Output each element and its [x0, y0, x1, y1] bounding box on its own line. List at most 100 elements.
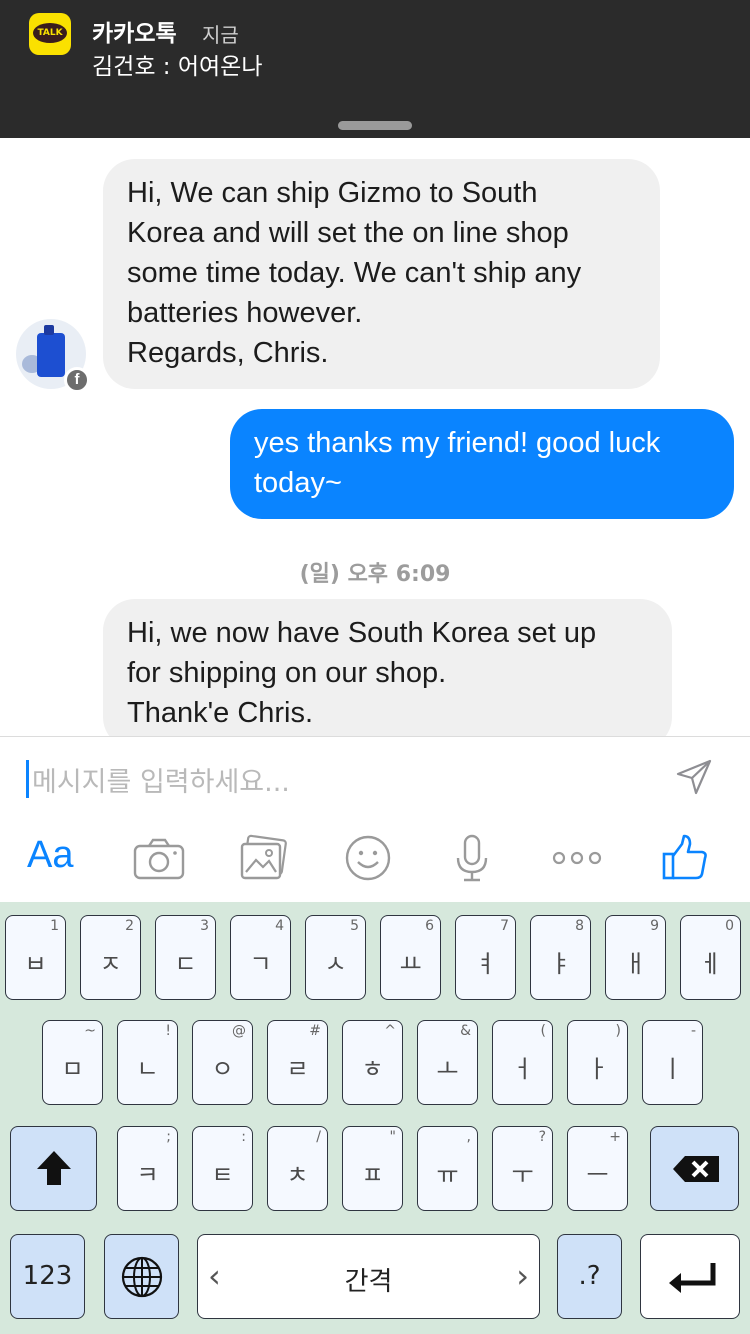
key-hint: # — [309, 1023, 321, 1039]
key-hint: 6 — [425, 918, 434, 934]
key-hint: , — [466, 1129, 471, 1145]
space-key[interactable]: ‹ 간격 › — [197, 1234, 540, 1319]
key-hint: 2 — [125, 918, 134, 934]
key-hint: ) — [615, 1023, 621, 1039]
text-format-button[interactable]: Aa — [27, 834, 73, 877]
key-hint: + — [609, 1129, 621, 1145]
shift-icon — [37, 1151, 71, 1185]
key-row3-5[interactable]: ,ㅠ — [417, 1126, 478, 1211]
key-row3-2[interactable]: :ㅌ — [192, 1126, 253, 1211]
incoming-message-bubble[interactable]: Hi, we now have South Korea set up for s… — [103, 599, 672, 749]
key-row1-2[interactable]: 2ㅈ — [80, 915, 141, 1000]
key-label: ㅑ — [549, 950, 572, 978]
key-label: ㅓ — [511, 1055, 534, 1083]
key-label: 간격 — [344, 1267, 393, 1297]
key-row1-1[interactable]: 1ㅂ — [5, 915, 66, 1000]
return-key[interactable] — [640, 1234, 740, 1319]
key-row2-9[interactable]: -ㅣ — [642, 1020, 703, 1105]
key-row3-7[interactable]: + ㅡ — [567, 1126, 628, 1211]
key-row2-3[interactable]: @ ㅇ — [192, 1020, 253, 1105]
key-label: ㅌ — [211, 1161, 234, 1189]
key-row3-3[interactable]: / ㅊ — [267, 1126, 328, 1211]
key-label: ㅋ — [136, 1161, 159, 1189]
key-hint: ! — [165, 1023, 171, 1039]
notification-grabber[interactable] — [338, 121, 412, 130]
key-row2-6[interactable]: & ㅗ — [417, 1020, 478, 1105]
numbers-key[interactable]: 123 — [10, 1234, 85, 1319]
key-row2-4[interactable]: # ㄹ — [267, 1020, 328, 1105]
camera-icon[interactable] — [131, 832, 187, 884]
return-icon — [669, 1263, 716, 1293]
globe-key[interactable] — [104, 1234, 179, 1319]
key-label: ㅇ — [211, 1055, 234, 1083]
key-label: ㅗ — [436, 1055, 459, 1083]
key-label: ㅜ — [511, 1161, 534, 1189]
key-hint: : — [241, 1129, 246, 1145]
key-row2-2[interactable]: ! ㄴ — [117, 1020, 178, 1105]
key-row2-8[interactable]: ) ㅏ — [567, 1020, 628, 1105]
key-hint: " — [389, 1129, 396, 1145]
key-label: ㅕ — [474, 950, 497, 978]
notification-time: 지금 — [202, 23, 239, 47]
korean-keyboard: 1ㅂ 2ㅈ 3ㄷ 4ㄱ 5ㅅ 6ㅛ 7ㅕ 8ㅑ 9ㅐ 0ㅔ ~ ㅁ ! ㄴ @ ㅇ #… — [0, 902, 750, 1334]
key-hint: 0 — [725, 918, 734, 934]
key-row1-7[interactable]: 7ㅕ — [455, 915, 516, 1000]
microphone-icon[interactable] — [444, 832, 500, 884]
key-hint: ( — [540, 1023, 546, 1039]
key-row2-5[interactable]: ^ ㅎ — [342, 1020, 403, 1105]
backspace-key[interactable] — [650, 1126, 739, 1211]
key-label: ㅡ — [586, 1161, 609, 1189]
key-label: 123 — [22, 1261, 73, 1291]
incoming-message-bubble[interactable]: Hi, We can ship Gizmo to South Korea and… — [103, 159, 660, 389]
message-text-line: Regards, Chris. — [127, 337, 329, 369]
key-hint: 8 — [575, 918, 584, 934]
key-row3-4[interactable]: " ㅍ — [342, 1126, 403, 1211]
key-row3-6[interactable]: ? ㅜ — [492, 1126, 553, 1211]
outgoing-message-bubble[interactable]: yes thanks my friend! good luck today~ — [230, 409, 734, 519]
key-label: ㄹ — [286, 1055, 309, 1083]
key-label: ㅔ — [699, 950, 722, 978]
thumbs-up-icon[interactable] — [658, 832, 714, 884]
key-row1-9[interactable]: 9ㅐ — [605, 915, 666, 1000]
key-hint: ; — [166, 1129, 171, 1145]
key-row1-3[interactable]: 3ㄷ — [155, 915, 216, 1000]
notification-app-name: 카카오톡 — [92, 21, 177, 47]
facebook-badge-icon: f — [64, 367, 90, 393]
gallery-icon[interactable] — [236, 832, 292, 884]
key-row1-10[interactable]: 0ㅔ — [680, 915, 741, 1000]
key-label: ㄱ — [249, 950, 272, 978]
message-text-line: Hi, we now have South Korea set up — [127, 617, 597, 649]
key-row1-6[interactable]: 6ㅛ — [380, 915, 441, 1000]
key-hint: ~ — [84, 1023, 96, 1039]
emoji-icon[interactable] — [340, 832, 396, 884]
message-text-line: today~ — [254, 467, 342, 499]
more-icon[interactable] — [549, 832, 605, 884]
key-row1-4[interactable]: 4ㄱ — [230, 915, 291, 1000]
key-row3-1[interactable]: ; ㅋ — [117, 1126, 178, 1211]
key-row1-5[interactable]: 5ㅅ — [305, 915, 366, 1000]
key-label: .? — [578, 1261, 601, 1291]
message-timestamp: (일) 오후 6:09 — [299, 562, 451, 587]
notification-banner[interactable]: TALK 카카오톡 지금 김건호 : 어여온나 — [0, 0, 750, 138]
key-label: ㅂ — [24, 950, 47, 978]
key-hint: / — [316, 1129, 321, 1145]
globe-icon — [121, 1256, 163, 1298]
kakaotalk-app-icon: TALK — [29, 13, 71, 55]
key-row1-8[interactable]: 8ㅑ — [530, 915, 591, 1000]
key-label: ㅅ — [324, 950, 347, 978]
key-hint: 4 — [275, 918, 284, 934]
punctuation-key[interactable]: .? — [557, 1234, 622, 1319]
backspace-icon — [673, 1156, 719, 1182]
key-label: ㅎ — [361, 1055, 384, 1083]
cursor-right-icon[interactable]: › — [516, 1257, 529, 1295]
key-label: ㅐ — [624, 950, 647, 978]
send-icon[interactable] — [674, 757, 714, 797]
shift-key[interactable] — [10, 1126, 97, 1211]
message-input[interactable]: 메시지를 입력하세요... — [32, 760, 290, 799]
message-text-line: batteries however. — [127, 297, 363, 329]
key-row2-7[interactable]: (ㅓ — [492, 1020, 553, 1105]
key-label: ㅣ — [661, 1055, 684, 1083]
key-hint: 3 — [200, 918, 209, 934]
message-text-line: Hi, We can ship Gizmo to South — [127, 177, 538, 209]
key-row2-1[interactable]: ~ ㅁ — [42, 1020, 103, 1105]
